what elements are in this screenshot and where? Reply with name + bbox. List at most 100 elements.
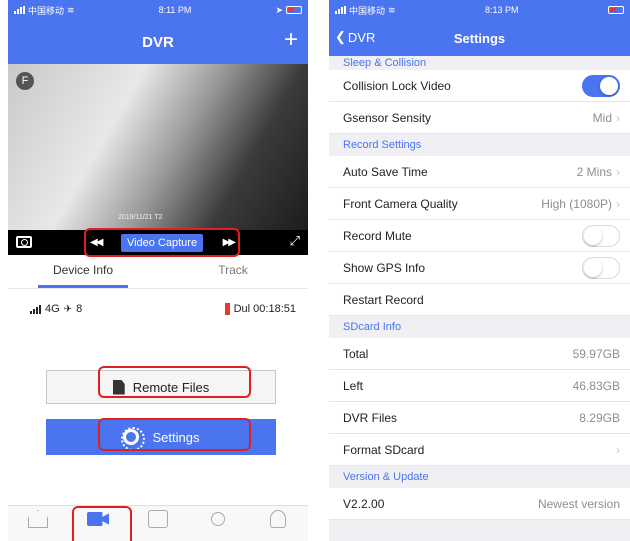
video-camera-icon [87, 512, 109, 526]
toggle-switch[interactable] [582, 224, 620, 247]
setting-label: Auto Save Time [343, 164, 428, 179]
right-header: 中国移动 ≋ 8:13 PM ❮ DVR Settings [329, 0, 630, 56]
setting-label: Format SDcard [343, 442, 425, 457]
left-navbar: DVR + [8, 20, 308, 64]
video-timestamp: 2019/11/21 T2 [118, 214, 163, 221]
setting-control: › [612, 443, 620, 457]
setting-value: High (1080P) [541, 196, 612, 211]
info-tabs: Device Info Track [8, 255, 308, 289]
setting-control: Mid › [593, 111, 620, 125]
setting-value: Newest version [537, 496, 620, 511]
setting-label: Show GPS Info [343, 260, 426, 275]
tabbar-home[interactable] [8, 506, 68, 541]
toggle-switch[interactable] [582, 256, 620, 279]
chevron-left-icon: ❮ [335, 29, 346, 44]
snapshot-camera-icon[interactable] [16, 236, 32, 248]
toggle-switch[interactable] [582, 74, 620, 97]
battery-icon [608, 6, 624, 14]
gear-icon [120, 427, 145, 451]
setting-label: DVR Files [343, 410, 398, 425]
tabbar-dvr[interactable] [68, 506, 128, 541]
page-title: Settings [453, 30, 506, 46]
section-header-sdcard-info: SDcard Info [329, 316, 630, 338]
tabbar-gallery[interactable] [128, 506, 188, 541]
section-header-record-settings: Record Settings [329, 134, 630, 156]
setting-label: V2.2.00 [343, 496, 385, 511]
right-navbar: ❮ DVR Settings [329, 20, 630, 56]
tab-track[interactable]: Track [158, 255, 308, 288]
setting-row-front-camera-quality[interactable]: Front Camera Quality High (1080P) › [329, 188, 630, 220]
left-header: 中国移动 ≋ 8:11 PM ➤ DVR + [8, 0, 308, 64]
right-status-bar: 中国移动 ≋ 8:13 PM [329, 0, 630, 20]
setting-label: Restart Record [343, 292, 424, 307]
setting-row-show-gps-info[interactable]: Show GPS Info [329, 252, 630, 284]
setting-control: High (1080P) › [541, 197, 620, 211]
setting-row-left[interactable]: Left 46.83GB [329, 370, 630, 402]
chevron-right-icon: › [616, 196, 620, 211]
location-icon: ➤ [275, 4, 283, 15]
setting-row-v2-2-00[interactable]: V2.2.00 Newest version [329, 488, 630, 520]
tabbar-discover[interactable] [188, 506, 248, 541]
back-button[interactable]: ❮ DVR [335, 29, 375, 45]
section-header-sleep-collision: Sleep & Collision [329, 56, 630, 70]
gps-count: 8 [76, 303, 83, 315]
section-header-version-update: Version & Update [329, 466, 630, 488]
carrier-label: 中国移动 [28, 5, 65, 16]
chevron-right-icon: › [616, 442, 620, 457]
satellite-icon: ✈ [63, 303, 73, 315]
setting-row-restart-record[interactable]: Restart Record [329, 284, 630, 316]
setting-row-record-mute[interactable]: Record Mute [329, 220, 630, 252]
cell-signal-icon [30, 304, 41, 314]
setting-row-dvr-files[interactable]: DVR Files 8.29GB [329, 402, 630, 434]
setting-label: Record Mute [343, 228, 412, 243]
video-controls: ◀◀ Video Capture ▶▶ [86, 231, 238, 254]
chevron-right-icon: › [616, 110, 620, 125]
setting-value: 8.29GB [579, 410, 620, 425]
recording-time: Dul 00:18:51 [233, 303, 296, 315]
tabbar-profile[interactable] [248, 506, 308, 541]
video-capture-button[interactable]: Video Capture [120, 233, 204, 252]
settings-list: Sleep & Collision Collision Lock Video Gse… [329, 56, 630, 520]
setting-control: 8.29GB [579, 411, 620, 425]
setting-row-gsensor-sensity[interactable]: Gsensor Sensity Mid › [329, 102, 630, 134]
setting-label: Gsensor Sensity [343, 110, 432, 125]
forward-icon[interactable]: ▶▶ [223, 237, 236, 248]
file-icon [112, 379, 125, 395]
setting-value: 46.83GB [572, 378, 620, 393]
setting-row-auto-save-time[interactable]: Auto Save Time 2 Mins › [329, 156, 630, 188]
battery-icon [286, 6, 302, 14]
setting-row-collision-lock-video[interactable]: Collision Lock Video [329, 70, 630, 102]
add-device-button[interactable]: + [284, 28, 298, 52]
tab-device-info[interactable]: Device Info [8, 255, 158, 288]
clock: 8:13 PM [485, 5, 519, 15]
setting-label: Collision Lock Video [343, 78, 451, 93]
carrier-label: 中国移动 [349, 5, 386, 16]
settings-button[interactable]: Settings [46, 419, 276, 455]
wifi-icon: ≋ [388, 4, 396, 15]
setting-row-format-sdcard[interactable]: Format SDcard › [329, 434, 630, 466]
setting-control: 59.97GB [573, 347, 620, 361]
setting-control [582, 74, 620, 97]
setting-value: 2 Mins [576, 164, 612, 179]
settings-screen: 中国移动 ≋ 8:13 PM ❮ DVR Settings Sleep & Co… [329, 0, 630, 541]
chevron-right-icon: › [616, 164, 620, 179]
signal-icon [335, 6, 346, 14]
rewind-icon[interactable]: ◀◀ [90, 237, 103, 248]
setting-value: Mid [592, 110, 612, 125]
setting-row-total[interactable]: Total 59.97GB [329, 338, 630, 370]
gallery-icon [148, 510, 168, 528]
setting-control [582, 256, 620, 279]
recording-indicator-icon [224, 303, 230, 315]
signal-icon [14, 6, 25, 14]
settings-label: Settings [152, 429, 200, 445]
dvr-main-screen: 中国移动 ≋ 8:11 PM ➤ DVR + F 2019/11/21 T2 ◀… [8, 0, 308, 541]
setting-value: 59.97GB [572, 346, 620, 361]
setting-label: Total [343, 346, 369, 361]
setting-label: Left [343, 378, 364, 393]
fullscreen-icon[interactable]: ⤢ [290, 233, 300, 249]
remote-files-button[interactable]: Remote Files [46, 370, 276, 404]
user-icon [270, 510, 286, 528]
video-preview[interactable]: F 2019/11/21 T2 [8, 64, 308, 230]
setting-control: 46.83GB [573, 379, 620, 393]
home-icon [28, 510, 48, 528]
